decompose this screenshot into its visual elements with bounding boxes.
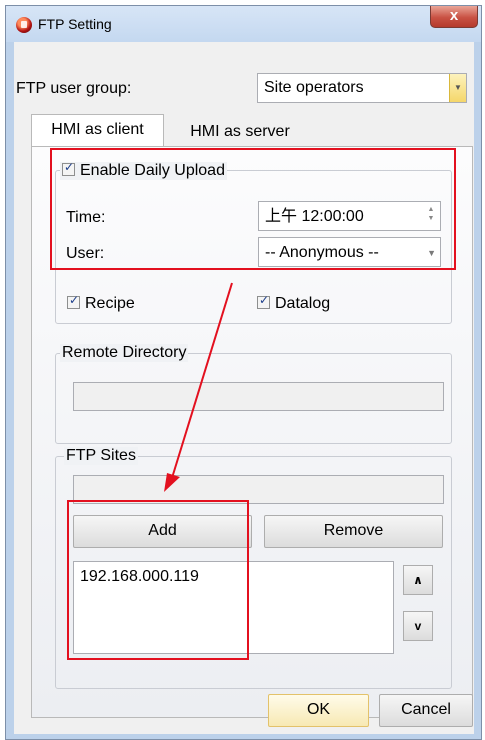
annotation-arrow (164, 282, 233, 492)
arrow-line (171, 282, 233, 479)
tab-hmi-as-client[interactable]: HMI as client (31, 114, 164, 146)
arrow-head-icon (164, 473, 180, 492)
tab-label: HMI as client (51, 121, 144, 138)
